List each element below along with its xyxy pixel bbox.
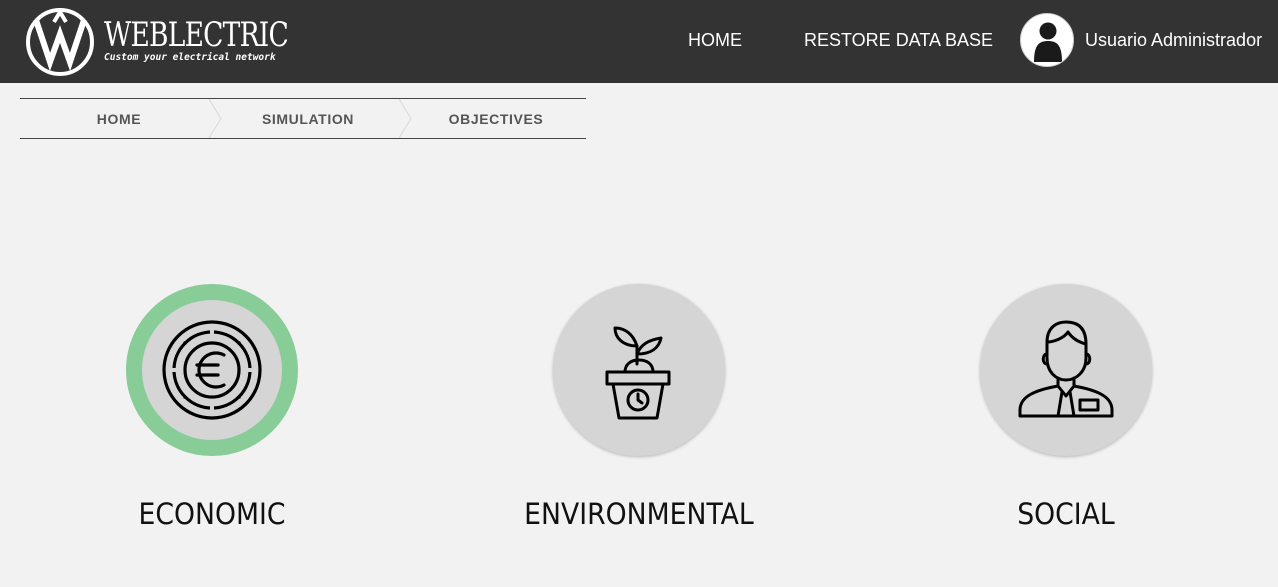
breadcrumb-home[interactable]: HOME (20, 99, 218, 138)
user-name[interactable]: Usuario Administrador (1085, 30, 1262, 51)
breadcrumb-simulation[interactable]: SIMULATION (208, 99, 408, 138)
objective-social-button[interactable] (980, 284, 1152, 456)
user-avatar-icon (1034, 22, 1062, 62)
nav-home-link[interactable]: HOME (688, 30, 742, 51)
top-navbar: WEBLECTRIC Custom your electrical networ… (0, 0, 1278, 83)
logo-w-icon (26, 8, 94, 76)
logo-title: WEBLECTRIC (104, 15, 289, 55)
euro-coin-icon (162, 320, 262, 420)
objective-environmental-label[interactable]: ENVIRONMENTAL (501, 497, 777, 531)
breadcrumb: HOME SIMULATION OBJECTIVES (20, 98, 586, 139)
objective-environmental-button[interactable] (553, 284, 725, 456)
logo-tagline: Custom your electrical network (104, 52, 276, 63)
plant-pot-icon (605, 326, 671, 420)
user-avatar[interactable] (1020, 13, 1074, 67)
objective-economic-label[interactable]: ECONOMIC (74, 497, 350, 531)
person-icon (1018, 320, 1114, 418)
breadcrumb-objectives[interactable]: OBJECTIVES (398, 99, 594, 138)
nav-restore-database-link[interactable]: RESTORE DATA BASE (804, 30, 993, 51)
objective-social-label[interactable]: SOCIAL (928, 497, 1204, 531)
weblectric-logo[interactable]: WEBLECTRIC Custom your electrical networ… (24, 6, 289, 78)
objective-economic-button[interactable] (126, 284, 298, 456)
